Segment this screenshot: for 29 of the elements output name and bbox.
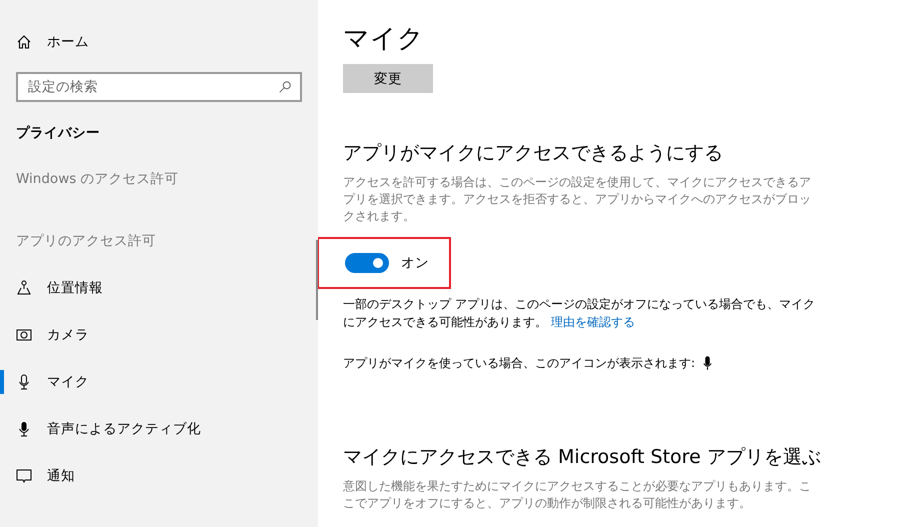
sidebar-item[interactable]: 位置情報 (0, 276, 302, 300)
camera-icon (16, 327, 32, 343)
home-link[interactable]: ホーム (16, 32, 302, 52)
section-heading: マイクにアクセスできる Microsoft Store アプリを選ぶ (343, 445, 822, 470)
search-field[interactable]: 設定の検索 (16, 72, 302, 102)
section-title: プライバシー (16, 124, 101, 142)
sidebar-item[interactable]: マイク (0, 370, 302, 394)
microphone-icon (16, 374, 32, 390)
note-text: 一部のデスクトップ アプリは、このページの設定がオフになっている場合でも、マイクにアクセスできる可能性があります。 理由を確認する (343, 296, 816, 331)
learn-more-link[interactable]: 理由を確認する (551, 315, 635, 329)
group-title: Windows のアクセス許可 (16, 170, 180, 189)
group-title: アプリのアクセス許可 (16, 232, 157, 251)
speech-bubble-icon (16, 468, 32, 484)
change-button[interactable]: 変更 (343, 64, 433, 93)
toggle-label: オン (401, 254, 429, 272)
microphone-icon (16, 421, 32, 437)
page-title: マイク (343, 23, 425, 56)
icon-note: アプリがマイクを使っている場合、このアイコンが表示されます: (343, 355, 696, 372)
microphone-icon (703, 356, 712, 371)
sidebar-item[interactable]: 音声によるアクティブ化 (0, 417, 302, 441)
section-description: 意図した機能を果たすためにマイクにアクセスすることが必要なアプリもあります。ここでアプリをオフにすると、アプリの動作が制限される可能性があります。 (343, 478, 812, 512)
section-heading: アプリがマイクにアクセスできるようにする (343, 141, 724, 166)
person-pin-icon (16, 280, 32, 296)
home-icon (16, 34, 32, 50)
sidebar-item[interactable]: カメラ (0, 323, 302, 347)
sidebar-item[interactable]: 通知 (0, 464, 302, 488)
toggle-switch[interactable] (345, 253, 389, 273)
section-description: アクセスを許可する場合は、このページの設定を使用して、マイクにアクセスできるアプリを選択できます。アクセスを拒否すると、アプリからマイクへのアクセスがブロックされます。 (343, 174, 812, 225)
search-icon (278, 80, 292, 94)
